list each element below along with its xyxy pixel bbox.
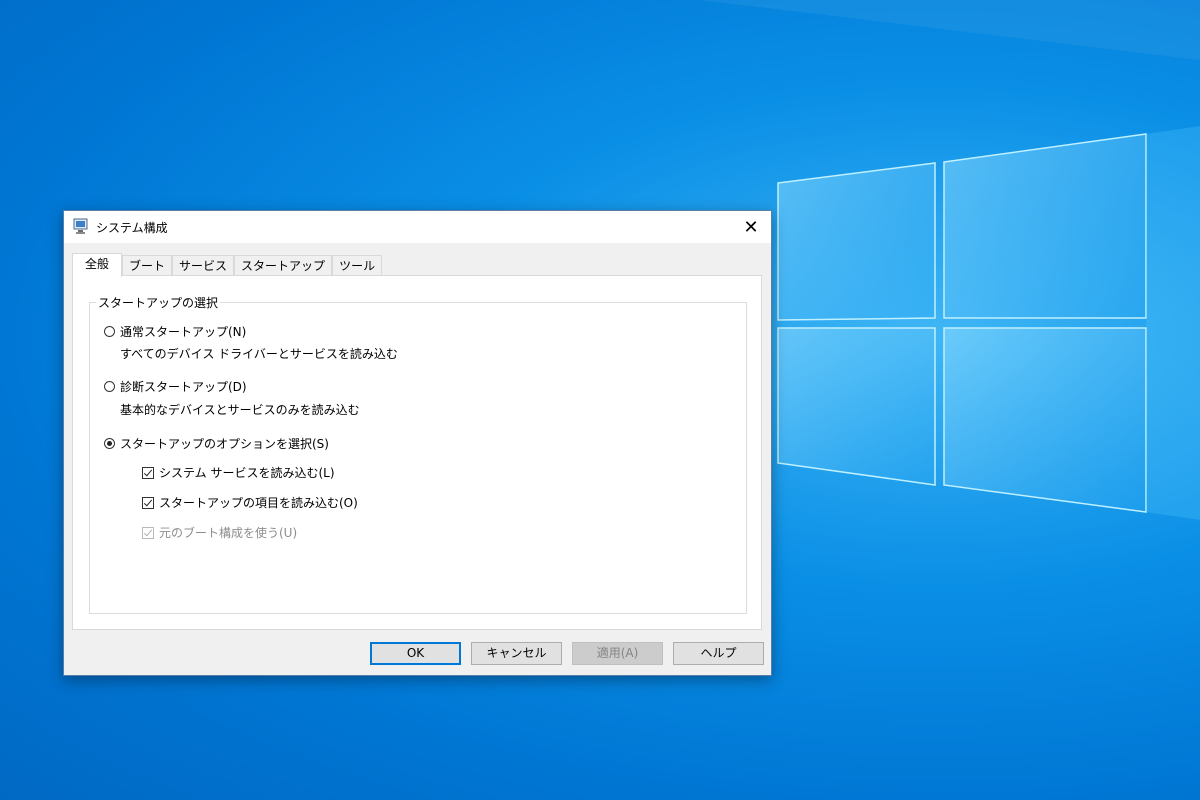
msconfig-icon — [73, 218, 88, 234]
load-system-services-checkbox[interactable]: システム サービスを読み込む(L) — [142, 464, 335, 481]
radio-button-unselected — [104, 326, 115, 337]
diagnostic-startup-label: 診断スタートアップ(D) — [120, 380, 247, 394]
tab-general[interactable]: 全般 — [72, 253, 123, 277]
close-button[interactable]: ✕ — [731, 211, 771, 243]
radio-button-selected — [104, 438, 115, 449]
checkbox-checked-disabled — [142, 526, 154, 539]
load-startup-items-checkbox[interactable]: スタートアップの項目を読み込む(O) — [142, 494, 358, 511]
tab-tools[interactable]: ツール — [332, 255, 383, 276]
load-system-services-label: システム サービスを読み込む(L) — [159, 466, 335, 480]
checkbox-checked — [142, 496, 154, 509]
selective-startup-label: スタートアップのオプションを選択(S) — [120, 437, 329, 451]
cancel-button[interactable]: キャンセル — [471, 642, 562, 665]
radio-button-unselected — [104, 381, 115, 392]
tab-startup[interactable]: スタートアップ — [234, 255, 333, 276]
startup-selection-group: スタートアップの選択 通常スタートアップ(N) すべてのデバイス ドライバーとサ… — [89, 294, 747, 614]
normal-startup-description: すべてのデバイス ドライバーとサービスを読み込む — [120, 347, 398, 361]
diagnostic-startup-radio[interactable]: 診断スタートアップ(D) — [104, 378, 247, 395]
checkbox-checked — [142, 466, 154, 479]
group-legend: スタートアップの選択 — [96, 294, 221, 311]
general-tab-panel: スタートアップの選択 通常スタートアップ(N) すべてのデバイス ドライバーとサ… — [72, 275, 762, 630]
normal-startup-radio[interactable]: 通常スタートアップ(N) — [104, 323, 246, 340]
diagnostic-startup-description: 基本的なデバイスとサービスのみを読み込む — [120, 403, 360, 417]
help-button[interactable]: ヘルプ — [673, 642, 764, 665]
window-title: システム構成 — [96, 221, 168, 235]
tab-bar: 全般 ブート サービス スタートアップ ツール — [72, 253, 383, 277]
use-original-boot-config-label: 元のブート構成を使う(U) — [159, 526, 298, 540]
ok-button[interactable]: OK — [370, 642, 461, 665]
system-configuration-dialog: システム構成 ✕ 全般 ブート サービス スタートアップ ツール スタートアップ… — [63, 210, 772, 676]
normal-startup-label: 通常スタートアップ(N) — [120, 325, 247, 339]
close-icon: ✕ — [743, 216, 759, 238]
apply-button: 適用(A) — [572, 642, 663, 665]
use-original-boot-config-checkbox: 元のブート構成を使う(U) — [142, 524, 297, 541]
load-startup-items-label: スタートアップの項目を読み込む(O) — [159, 496, 358, 510]
selective-startup-radio[interactable]: スタートアップのオプションを選択(S) — [104, 435, 329, 452]
title-bar[interactable]: システム構成 ✕ — [64, 211, 771, 243]
tab-services[interactable]: サービス — [172, 255, 235, 276]
tab-boot[interactable]: ブート — [122, 255, 173, 276]
